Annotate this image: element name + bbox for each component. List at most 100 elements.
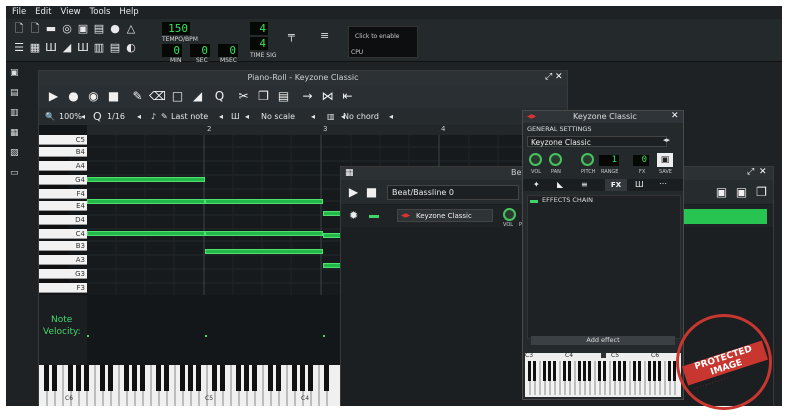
master-pitch-slider[interactable]: ≡ bbox=[320, 29, 330, 53]
range-display[interactable]: 1 bbox=[599, 155, 619, 166]
velocity-marker-1[interactable] bbox=[87, 335, 89, 337]
preset-prev-next-icon[interactable]: ◂▸ bbox=[663, 136, 670, 144]
key-g3[interactable]: G3 bbox=[39, 269, 87, 279]
track-vol-knob[interactable] bbox=[503, 208, 516, 221]
my-home-icon[interactable]: ▦ bbox=[10, 128, 20, 138]
export-icon[interactable]: ▤ bbox=[92, 22, 106, 36]
instrument-titlebar[interactable]: ◀▶ Keyzone Classic ✕ bbox=[523, 111, 683, 123]
piano-roll-icon[interactable]: Ш bbox=[44, 41, 58, 55]
select-mode-icon[interactable]: □ bbox=[169, 88, 186, 105]
note-e4-2[interactable] bbox=[205, 199, 323, 204]
scale-dropdown-icon[interactable]: ◂ bbox=[245, 110, 249, 123]
chord-arrow-icon[interactable]: ◂ bbox=[389, 110, 393, 123]
my-presets-icon[interactable]: ▥ bbox=[10, 108, 20, 118]
timesig-numerator[interactable]: 4 bbox=[250, 22, 268, 35]
track-mute-led[interactable] bbox=[369, 215, 379, 218]
cpu-graph[interactable]: Click to enable CPU bbox=[348, 26, 418, 58]
velocity-marker-2[interactable] bbox=[205, 335, 207, 337]
info-icon[interactable]: ● bbox=[108, 22, 122, 36]
quantize-value[interactable]: 1/16 bbox=[107, 110, 125, 123]
menu-tools[interactable]: Tools bbox=[90, 6, 111, 19]
new-from-template-icon[interactable]: 🗋 bbox=[28, 22, 42, 36]
add-automation-track-icon[interactable]: ❐ bbox=[753, 184, 770, 201]
tempo-display[interactable]: 150 bbox=[162, 22, 190, 35]
beat-bassline-close-icon[interactable]: ✕ bbox=[759, 167, 767, 177]
track-settings-gear-icon[interactable]: ✹ bbox=[349, 209, 358, 222]
menu-help[interactable]: Help bbox=[119, 6, 138, 19]
beat-pattern-steps[interactable] bbox=[683, 209, 767, 224]
pitch-knob[interactable] bbox=[581, 153, 594, 166]
note-length-value[interactable]: Last note bbox=[171, 110, 208, 123]
recent-projects-icon[interactable]: ◎ bbox=[60, 22, 74, 36]
piano-roll-timeline[interactable]: 2 3 4 bbox=[87, 125, 567, 135]
mixer-icon[interactable]: Ш bbox=[76, 41, 90, 55]
note-a3-1[interactable] bbox=[205, 249, 323, 254]
instrument-keyboard[interactable]: C3 C4 C5 C6 bbox=[525, 352, 681, 397]
key-f3[interactable]: F3 bbox=[39, 283, 87, 293]
zoom-dropdown-icon[interactable]: ◂ bbox=[81, 110, 85, 123]
instrument-close-icon[interactable]: ✕ bbox=[671, 111, 679, 121]
erase-mode-icon[interactable]: ⌫ bbox=[149, 88, 166, 105]
key-a3[interactable]: A3 bbox=[39, 255, 87, 265]
pan-knob[interactable] bbox=[549, 153, 562, 166]
maximize-icon[interactable]: ⤢ bbox=[545, 72, 552, 82]
copy-icon[interactable]: ❐ bbox=[255, 88, 272, 105]
tab-envelope-icon[interactable]: ◣ bbox=[557, 180, 563, 189]
beat-bassline-maximize-icon[interactable]: ⤢ bbox=[747, 167, 754, 177]
timesig-denominator[interactable]: 4 bbox=[250, 37, 268, 50]
scale-value[interactable]: No scale bbox=[261, 110, 295, 123]
tab-arpeggio-icon[interactable]: ≡ bbox=[581, 180, 588, 189]
note-g4-1[interactable] bbox=[87, 177, 205, 182]
fx-channel-display[interactable]: 0 bbox=[633, 155, 649, 166]
new-project-icon[interactable]: 🗋 bbox=[12, 22, 26, 36]
paste-icon[interactable]: ▤ bbox=[275, 88, 292, 105]
note-length-dropdown-icon[interactable]: ◂ bbox=[219, 110, 223, 123]
follow-playhead-icon[interactable]: → bbox=[299, 88, 316, 105]
beat-play-icon[interactable]: ▶ bbox=[345, 184, 362, 201]
track-instrument-button[interactable]: Keyzone Classic bbox=[397, 209, 493, 222]
base-note-marker[interactable] bbox=[601, 353, 606, 358]
close-icon[interactable]: ✕ bbox=[555, 72, 563, 82]
cut-icon[interactable]: ✂ bbox=[235, 88, 252, 105]
master-volume-slider[interactable]: ╤ bbox=[288, 29, 298, 53]
key-e4[interactable]: E4 bbox=[39, 201, 87, 211]
key-c5[interactable]: C5 bbox=[39, 135, 87, 145]
preset-name-field[interactable]: Keyzone Classic bbox=[527, 136, 667, 147]
quantize-dropdown-icon[interactable]: ◂ bbox=[137, 110, 141, 123]
key-g4[interactable]: G4 bbox=[39, 175, 87, 185]
instrument-keyboard-keys[interactable] bbox=[525, 361, 681, 405]
key-b3[interactable]: B3 bbox=[39, 241, 87, 251]
song-editor-icon[interactable]: ☰ bbox=[12, 41, 26, 55]
root-directory-icon[interactable]: ▧ bbox=[10, 148, 20, 158]
my-samples-icon[interactable]: ▤ bbox=[10, 88, 20, 98]
key-f4[interactable]: F4 bbox=[39, 189, 87, 199]
draw-mode-icon[interactable]: ✎ bbox=[129, 88, 146, 105]
key-a4[interactable]: A4 bbox=[39, 161, 87, 171]
beat-stop-icon[interactable]: ■ bbox=[363, 184, 380, 201]
key-b4[interactable]: B4 bbox=[39, 147, 87, 157]
piano-roll-titlebar[interactable]: Piano-Roll - Keyzone Classic bbox=[39, 71, 567, 85]
add-beat-bassline-icon[interactable]: ▣ bbox=[713, 184, 730, 201]
quantize-icon[interactable]: Q bbox=[211, 88, 228, 105]
key-c4[interactable]: C4 bbox=[39, 229, 87, 239]
automation-editor-icon[interactable]: ◢ bbox=[60, 41, 74, 55]
note-e4-1[interactable] bbox=[87, 199, 205, 204]
stop-icon[interactable]: ■ bbox=[105, 88, 122, 105]
scale-arrow-icon[interactable]: ◂ bbox=[311, 110, 315, 123]
my-projects-icon[interactable]: ▣ bbox=[10, 68, 20, 78]
tab-misc-icon[interactable]: ⋯ bbox=[659, 179, 667, 188]
vol-knob[interactable] bbox=[529, 153, 542, 166]
note-c4-1[interactable] bbox=[87, 231, 205, 236]
note-c4-2[interactable] bbox=[205, 231, 323, 236]
tab-midi-icon[interactable]: Ш bbox=[635, 180, 644, 189]
add-sample-track-icon[interactable]: ▣ bbox=[733, 184, 750, 201]
beat-pattern-select[interactable]: Beat/Bassline 0 bbox=[387, 185, 519, 200]
key-d4[interactable]: D4 bbox=[39, 215, 87, 225]
ghost-pattern-icon[interactable]: ⋈ bbox=[319, 88, 336, 105]
menu-file[interactable]: File bbox=[12, 6, 26, 19]
tab-plugin-icon[interactable]: ✦ bbox=[533, 180, 540, 189]
save-preset-icon[interactable]: ▣ bbox=[657, 153, 673, 167]
timeline-icon[interactable]: ◐ bbox=[124, 41, 138, 55]
beat-bassline-editor-icon[interactable]: ▦ bbox=[28, 41, 42, 55]
zoom-value[interactable]: 100% bbox=[59, 110, 82, 123]
